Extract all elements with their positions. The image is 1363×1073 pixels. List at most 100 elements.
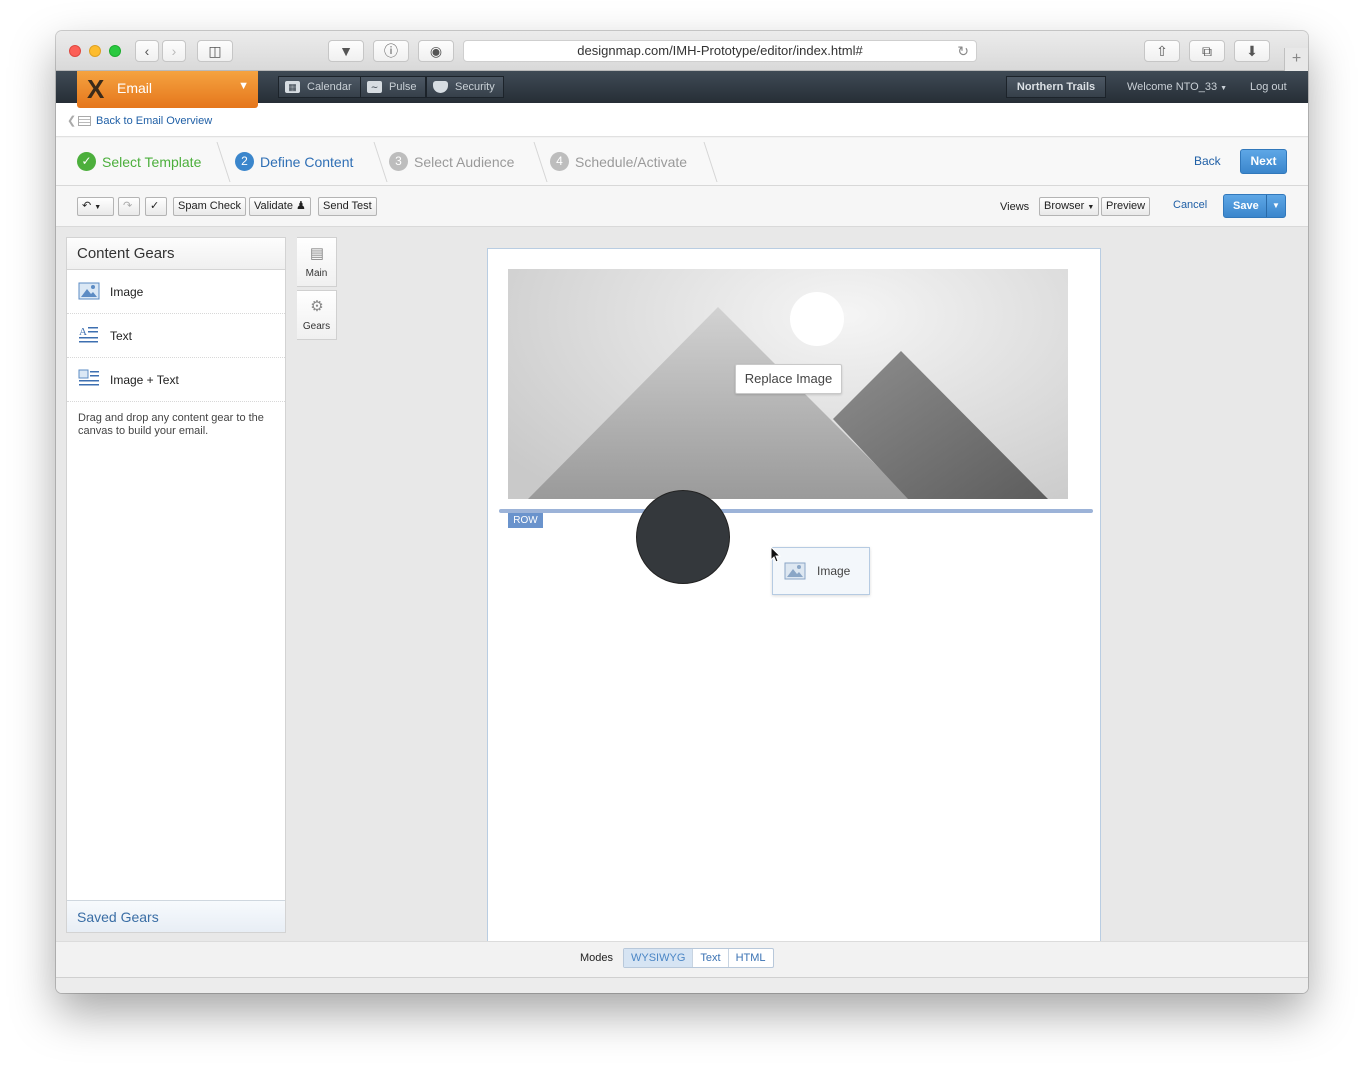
- shield-icon: [433, 81, 448, 93]
- wizard-steps: ✓ Select Template 2 Define Content 3 Select…: [56, 138, 1308, 186]
- spam-check-button[interactable]: Spam Check: [173, 197, 246, 216]
- user-menu[interactable]: Welcome NTO_33 ▼: [1127, 71, 1227, 103]
- validate-label: Validate: [254, 200, 293, 212]
- minimize-window-button[interactable]: [89, 45, 101, 57]
- close-window-button[interactable]: [69, 45, 81, 57]
- row-drop-indicator: [499, 509, 1093, 513]
- panel-title: Content Gears: [67, 238, 285, 270]
- text-icon: A: [79, 326, 98, 343]
- image-text-icon: [78, 369, 99, 386]
- nav-pulse[interactable]: ∼ Pulse: [360, 76, 426, 98]
- redo-button[interactable]: ↷: [118, 197, 140, 216]
- downloads-icon[interactable]: ⬇: [1234, 40, 1270, 62]
- step-divider: [358, 142, 388, 182]
- back-button[interactable]: Back: [1194, 154, 1221, 168]
- password-icon[interactable]: ⓘ: [373, 40, 409, 62]
- step-number: 3: [389, 152, 408, 172]
- chevron-down-icon[interactable]: ▼: [1266, 195, 1285, 217]
- nav-calendar-label: Calendar: [307, 81, 352, 93]
- undo-button[interactable]: ↶ ▼: [77, 197, 114, 216]
- gear-label: Image + Text: [110, 373, 179, 387]
- row-tag[interactable]: ROW: [508, 513, 543, 528]
- list-icon: ▤: [309, 245, 325, 262]
- save-button[interactable]: Save ▼: [1223, 194, 1286, 218]
- svg-text:A: A: [79, 326, 87, 338]
- tabs-overview-icon[interactable]: ⧉: [1189, 40, 1225, 62]
- extension-icon[interactable]: ◉: [418, 40, 454, 62]
- spellcheck-icon: ✓: [150, 200, 160, 212]
- share-icon[interactable]: ⇧: [1144, 40, 1180, 62]
- content-gears-panel: Content Gears Image A Text Image + Text …: [66, 237, 286, 933]
- next-button[interactable]: Next: [1240, 149, 1287, 174]
- step-schedule-activate[interactable]: 4 Schedule/Activate: [550, 138, 687, 186]
- chevron-down-icon: ▼: [238, 80, 249, 92]
- breadcrumb: ❮ Back to Email Overview: [56, 103, 1308, 137]
- mode-text[interactable]: Text: [693, 949, 729, 967]
- drag-label: Image: [817, 564, 851, 578]
- list-icon: [78, 116, 91, 126]
- gear-item-image[interactable]: Image: [67, 270, 285, 314]
- gear-item-text[interactable]: A Text: [67, 314, 285, 358]
- gear-icon: ⚙: [310, 298, 324, 315]
- sidebar-toggle-icon[interactable]: ◫: [197, 40, 233, 62]
- redo-icon: ↷: [123, 200, 133, 212]
- new-tab-button[interactable]: +: [1284, 48, 1308, 71]
- forward-arrow-icon[interactable]: ›: [162, 40, 186, 62]
- send-test-button[interactable]: Send Test: [318, 197, 377, 216]
- org-switcher[interactable]: Northern Trails: [1006, 76, 1106, 98]
- step-label: Define Content: [260, 154, 354, 170]
- preview-button[interactable]: Preview: [1101, 197, 1151, 216]
- gear-label: Text: [110, 329, 133, 343]
- step-define-content[interactable]: 2 Define Content: [235, 138, 353, 186]
- image-icon: [784, 562, 806, 580]
- mode-html[interactable]: HTML: [729, 949, 773, 967]
- nav-calendar[interactable]: ▦ Calendar: [278, 76, 361, 98]
- hero-image-placeholder[interactable]: Replace Image: [508, 269, 1068, 499]
- logout-link[interactable]: Log out: [1250, 71, 1287, 103]
- pocket-icon[interactable]: ▼: [328, 40, 364, 62]
- step-select-template[interactable]: ✓ Select Template: [77, 138, 201, 186]
- save-label: Save: [1233, 200, 1259, 212]
- dragging-image-gear[interactable]: Image: [772, 547, 870, 595]
- address-bar[interactable]: designmap.com/IMH-Prototype/editor/index…: [463, 40, 977, 62]
- chevron-left-icon: ❮: [67, 115, 77, 127]
- step-label: Select Template: [102, 154, 202, 170]
- pulse-icon: ∼: [367, 81, 382, 93]
- zoom-window-button[interactable]: [109, 45, 121, 57]
- views-value: Browser: [1044, 200, 1085, 212]
- gear-item-image-text[interactable]: Image + Text: [67, 358, 285, 402]
- nav-security[interactable]: Security: [426, 76, 504, 98]
- product-logo-icon: X: [87, 74, 105, 104]
- mode-switcher: WYSIWYG Text HTML: [623, 948, 774, 968]
- chevron-down-icon: ▼: [1220, 85, 1228, 92]
- spellcheck-button[interactable]: ✓: [145, 197, 167, 216]
- tab-label: Gears: [302, 321, 331, 332]
- product-switcher[interactable]: X Email ▼: [77, 71, 258, 108]
- browser-toolbar: ‹ › ◫ ▼ ⓘ ◉ designmap.com/IMH-Prototype/…: [56, 31, 1308, 71]
- reload-icon[interactable]: ↻: [957, 41, 969, 61]
- back-arrow-icon[interactable]: ‹: [135, 40, 159, 62]
- url-text: designmap.com/IMH-Prototype/editor/index…: [577, 43, 863, 58]
- views-select[interactable]: Browser ▼: [1039, 197, 1100, 216]
- product-name: Email: [117, 80, 153, 96]
- help-text: Drag and drop any content gear to the ca…: [78, 412, 264, 437]
- views-label: Views: [1000, 201, 1030, 213]
- status-bar: [56, 977, 1308, 993]
- checkmark-icon: ✓: [77, 152, 96, 172]
- undo-icon: ↶: [82, 200, 92, 212]
- validate-button[interactable]: Validate ♟: [249, 197, 311, 216]
- replace-image-button[interactable]: Replace Image: [735, 364, 842, 394]
- nav-pulse-label: Pulse: [389, 81, 417, 93]
- cancel-button[interactable]: Cancel: [1173, 199, 1207, 211]
- tab-gears[interactable]: ⚙ Gears: [297, 290, 337, 340]
- saved-gears-section[interactable]: Saved Gears: [67, 900, 285, 932]
- mode-wysiwyg[interactable]: WYSIWYG: [624, 949, 694, 967]
- step-number: 2: [235, 152, 254, 172]
- step-select-audience[interactable]: 3 Select Audience: [389, 138, 514, 186]
- tab-main[interactable]: ▤ Main: [297, 237, 337, 287]
- email-canvas[interactable]: Replace Image ROW Image: [487, 248, 1101, 941]
- step-label: Schedule/Activate: [575, 154, 688, 170]
- modes-label: Modes: [580, 952, 614, 964]
- back-to-overview-link[interactable]: Back to Email Overview: [96, 115, 212, 127]
- user-icon: ♟: [296, 200, 306, 212]
